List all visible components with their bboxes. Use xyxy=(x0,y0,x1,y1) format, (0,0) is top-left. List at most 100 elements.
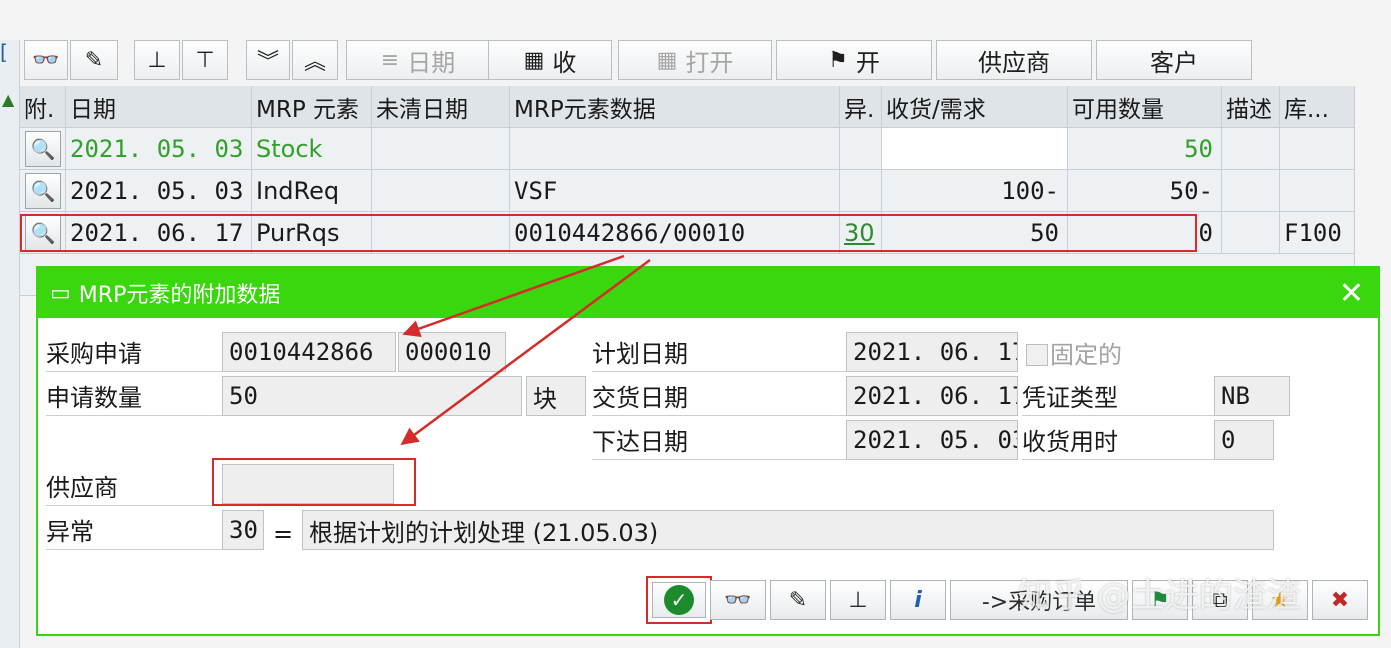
vendor-button-label: 供应商 xyxy=(978,48,1050,77)
date-icon: ≡ xyxy=(380,47,400,73)
hierarchy-down-icon: ⊤ xyxy=(195,47,215,73)
upload-icon[interactable]: ▲ xyxy=(2,90,16,110)
customer-button[interactable]: 客户 xyxy=(1096,40,1252,80)
col-header-mrp-element[interactable]: MRP 元素 xyxy=(252,86,372,128)
start-button[interactable]: ⚑ 开 xyxy=(776,40,932,80)
window-icon: ▭ xyxy=(50,280,71,306)
display-button[interactable]: 👓 xyxy=(710,580,766,620)
hierarchy-down-button[interactable]: ⊤ xyxy=(182,40,228,80)
fixed-checkbox[interactable] xyxy=(1026,344,1048,366)
receipt-icon: ▦ xyxy=(523,47,545,73)
row-attach-cell: 🔍 xyxy=(20,128,66,170)
storage-cell xyxy=(1280,128,1355,170)
available-cell: 50 xyxy=(1068,128,1222,170)
display-button[interactable]: 👓 xyxy=(24,40,68,80)
collapse-all-icon: ︽ xyxy=(303,50,326,75)
col-header-exception[interactable]: 异. xyxy=(840,86,882,128)
highlight-box-vendor xyxy=(212,458,416,506)
receipt-cell xyxy=(882,128,1068,170)
planned-date-label: 计划日期 xyxy=(592,332,846,372)
left-side-strip: [ ▲ xyxy=(0,40,20,648)
storage-cell: F100 xyxy=(1280,212,1355,254)
gr-processing-time-field[interactable]: 0 xyxy=(1214,420,1274,460)
gr-processing-time-label: 收货用时 xyxy=(1022,420,1214,460)
expand-all-button[interactable]: ︾ xyxy=(246,40,290,80)
exception-code-field[interactable]: 30 xyxy=(222,510,264,550)
planned-date-field[interactable]: 2021. 06. 17 xyxy=(846,332,1018,372)
release-date-label: 下达日期 xyxy=(592,420,846,460)
unit-field[interactable]: 块 xyxy=(526,376,586,416)
glasses-icon: 👓 xyxy=(724,587,752,613)
element-cell: IndReq xyxy=(252,170,372,212)
col-header-desc[interactable]: 描述 xyxy=(1222,86,1280,128)
details-icon[interactable]: 🔍 xyxy=(25,173,61,209)
requested-qty-field[interactable]: 50 xyxy=(222,376,522,416)
watermark: 知乎 @土进的渣渣 xyxy=(1018,576,1301,616)
open-button[interactable]: ▦ 打开 xyxy=(618,40,772,80)
open-date-cell xyxy=(372,128,510,170)
purchase-req-item-field[interactable]: 000010 xyxy=(398,332,506,372)
col-header-open-date[interactable]: 未清日期 xyxy=(372,86,510,128)
highlight-box-row xyxy=(20,214,1197,252)
date-button[interactable]: ≡ 日期 xyxy=(346,40,490,80)
col-header-receipt[interactable]: 收货/需求 xyxy=(882,86,1068,128)
exception-cell xyxy=(840,170,882,212)
vendor-label: 供应商 xyxy=(46,466,222,506)
col-header-available[interactable]: 可用数量 xyxy=(1068,86,1222,128)
checkmark-icon: ✓ xyxy=(664,585,694,615)
col-header-date[interactable]: 日期 xyxy=(66,86,252,128)
purchase-req-label: 采购申请 xyxy=(46,332,222,372)
structure-button[interactable]: ⊥ xyxy=(830,580,886,620)
expand-all-icon: ︾ xyxy=(256,50,279,75)
table-row[interactable]: 🔍 2021. 05. 03 IndReq VSF 100- 50- xyxy=(20,170,1355,212)
fixed-label: 固定的 xyxy=(1050,341,1122,369)
toolbar: 👓 ✎ ⊥ ⊤ ︾ ︽ ≡ 日期 ▦ 收 ▦ 打开 ⚑ 开 供应商 客户 xyxy=(20,40,1391,80)
element-cell: Stock xyxy=(252,128,372,170)
delivery-date-field[interactable]: 2021. 06. 17 xyxy=(846,376,1018,416)
desc-cell xyxy=(1222,212,1280,254)
receipt-cell: 100- xyxy=(882,170,1068,212)
collapse-all-button[interactable]: ︽ xyxy=(292,40,338,80)
col-header-attach[interactable]: 附. xyxy=(20,86,66,128)
cancel-icon: ✖ xyxy=(1330,587,1350,613)
receipt-button[interactable]: ▦ 收 xyxy=(488,40,612,80)
vendor-button[interactable]: 供应商 xyxy=(936,40,1092,80)
date-button-label: 日期 xyxy=(407,48,456,77)
glasses-icon: 👓 xyxy=(32,47,60,73)
close-icon[interactable]: ✕ xyxy=(1339,276,1364,311)
available-cell: 50- xyxy=(1068,170,1222,212)
continue-button[interactable]: ✓ xyxy=(652,582,706,618)
dialog-title-bar[interactable]: ▭ MRP元素的附加数据 ✕ xyxy=(38,268,1378,318)
row-attach-cell: 🔍 xyxy=(20,170,66,212)
info-icon: i xyxy=(914,587,922,613)
exception-cell xyxy=(840,128,882,170)
info-button[interactable]: i xyxy=(890,580,946,620)
hierarchy-icon: ⊥ xyxy=(147,47,167,73)
purchase-req-number-field[interactable]: 0010442866 xyxy=(222,332,396,372)
date-cell: 2021. 05. 03 xyxy=(66,128,252,170)
change-button[interactable]: ✎ xyxy=(770,580,826,620)
cancel-button[interactable]: ✖ xyxy=(1312,580,1368,620)
hierarchy-icon: ⊥ xyxy=(848,587,868,613)
exception-text-field[interactable]: 根据计划的计划处理 (21.05.03) xyxy=(302,510,1274,550)
calendar-flag-icon: ⚑ xyxy=(828,47,848,73)
release-date-field[interactable]: 2021. 05. 03 xyxy=(846,420,1018,460)
bracket-icon: [ xyxy=(0,40,8,64)
hierarchy-up-button[interactable]: ⊥ xyxy=(134,40,180,80)
delivery-date-label: 交货日期 xyxy=(592,376,846,416)
element-data-cell xyxy=(510,128,840,170)
desc-cell xyxy=(1222,170,1280,212)
storage-cell xyxy=(1280,170,1355,212)
grid-header-row: 附. 日期 MRP 元素 未清日期 MRP元素数据 异. 收货/需求 可用数量 … xyxy=(20,86,1355,128)
col-header-element-data[interactable]: MRP元素数据 xyxy=(510,86,840,128)
dialog-title: MRP元素的附加数据 xyxy=(78,283,281,308)
element-data-cell: VSF xyxy=(510,170,840,212)
open-button-label: 打开 xyxy=(685,48,734,77)
details-icon[interactable]: 🔍 xyxy=(25,131,61,167)
table-row[interactable]: 🔍 2021. 05. 03 Stock 50 xyxy=(20,128,1355,170)
document-type-field[interactable]: NB xyxy=(1214,376,1290,416)
document-type-label: 凭证类型 xyxy=(1022,376,1214,416)
edit-button[interactable]: ✎ xyxy=(70,40,118,80)
equals-sign: = xyxy=(272,520,294,548)
col-header-storage[interactable]: 库... xyxy=(1280,86,1355,128)
